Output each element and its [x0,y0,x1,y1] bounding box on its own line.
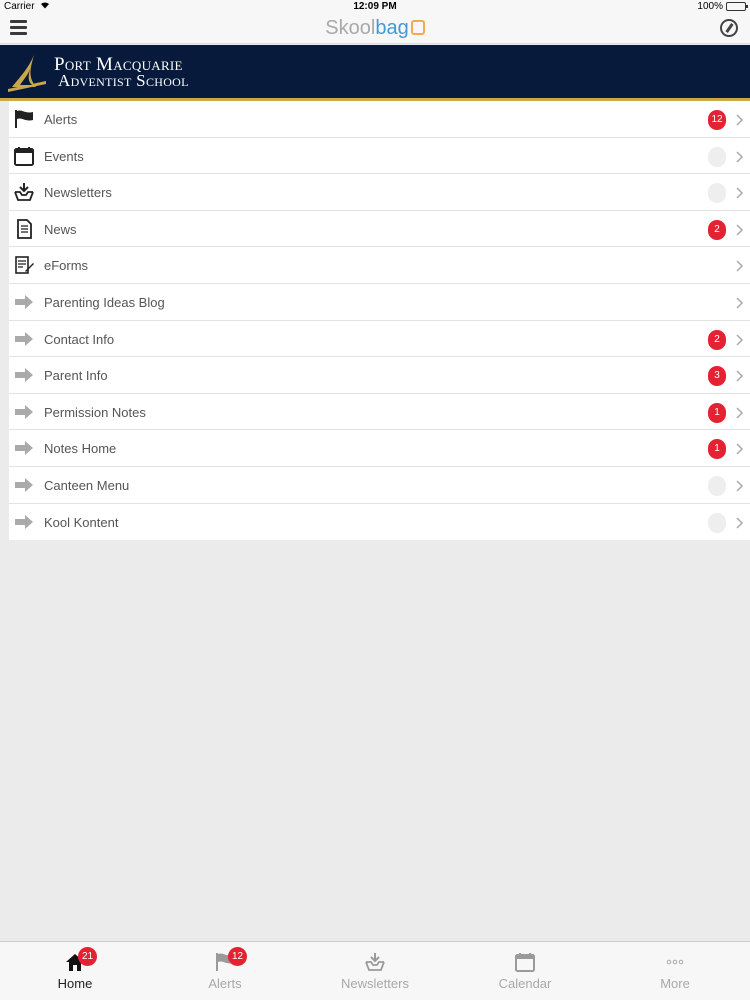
tab-label: Home [57,976,93,991]
arrow-right-icon [13,292,35,312]
menu-item-label: Alerts [44,112,78,127]
count-badge [708,475,726,496]
form-pencil-icon [13,255,35,275]
calendar-icon [514,952,536,972]
tab-label: More [660,976,690,991]
tab-label: Calendar [498,976,552,991]
menu-list: Alerts 12 Events Newsletters News 2 eForms Pare… [9,101,750,541]
count-badge [708,512,726,533]
menu-item-label: Kool Kontent [44,514,119,530]
menu-item-contact-info[interactable]: Contact Info 2 [9,321,750,358]
menu-item-eforms[interactable]: eForms [9,247,750,284]
tab-badge: 21 [78,947,97,966]
chevron-right-icon [734,406,744,419]
menu-item-label: Canteen Menu [44,477,130,493]
tab-newsletters[interactable]: Newsletters [300,942,450,1000]
count-badge: 2 [708,329,726,350]
menu-item-news[interactable]: News 2 [9,211,750,248]
sync-icon[interactable] [720,19,738,37]
menu-item-kool-kontent[interactable]: Kool Kontent [9,504,750,541]
battery-status: 100% [697,1,748,12]
menu-item-alerts[interactable]: Alerts 12 [9,101,750,138]
menu-item-label: eForms [44,258,89,274]
arrow-right-icon [13,365,35,385]
brand-part1: Skool [325,17,376,39]
status-time: 12:09 PM [353,1,397,12]
chevron-right-icon [734,369,744,382]
count-badge: 12 [708,110,726,130]
count-badge [708,183,726,204]
battery-icon [726,2,748,11]
menu-item-notes-home[interactable]: Notes Home 1 [9,430,750,467]
count-badge: 1 [708,402,726,423]
battery-percent: 100% [697,1,723,12]
arrow-right-icon [13,329,35,349]
menu-item-label: Events [44,148,84,164]
menu-item-events[interactable]: Events [9,138,750,175]
tab-bar: 21 Home 12 Alerts Newsletters Calendar More [0,941,750,1000]
school-name-line2: Adventist School [58,71,189,90]
schoolbag-icon [410,20,425,35]
arrow-right-icon [13,438,35,458]
menu-item-label: News [44,221,77,237]
menu-item-parent-info[interactable]: Parent Info 3 [9,357,750,394]
arrow-right-icon [13,512,35,532]
menu-item-label: Permission Notes [44,404,146,420]
menu-item-label: Notes Home [44,441,117,457]
menu-item-label: Newsletters [44,185,112,201]
chevron-right-icon [734,296,744,309]
calendar-icon [13,146,35,166]
menu-item-label: Parent Info [44,368,108,384]
menu-item-permission-notes[interactable]: Permission Notes 1 [9,394,750,431]
tab-home[interactable]: 21 Home [0,942,150,1000]
menu-item-newsletters[interactable]: Newsletters [9,174,750,211]
chevron-right-icon [734,442,744,455]
chevron-right-icon [734,113,744,126]
chevron-right-icon [734,333,744,346]
inbox-download-icon [364,952,386,972]
count-badge: 2 [708,219,726,240]
tab-more[interactable]: More [600,942,750,1000]
chevron-right-icon [734,479,744,492]
more-dots-icon [664,952,686,972]
school-banner: Port Macquarie Adventist School [0,45,750,101]
status-bar: Carrier 12:09 PM 100% [0,0,750,14]
chevron-right-icon [734,223,744,236]
tab-label: Alerts [208,976,242,991]
chevron-right-icon [734,259,744,272]
menu-item-label: Contact Info [44,331,115,347]
tab-label: Newsletters [341,976,409,991]
chevron-right-icon [734,516,744,529]
count-badge: 3 [708,366,726,387]
inbox-download-icon [13,182,35,202]
document-icon [13,218,35,239]
tab-calendar[interactable]: Calendar [450,942,600,1000]
menu-item-label: Parenting Ideas Blog [44,294,165,310]
menu-item-parenting-ideas-blog[interactable]: Parenting Ideas Blog [9,284,750,321]
tab-alerts[interactable]: 12 Alerts [150,942,300,1000]
count-badge [708,146,726,167]
chevron-right-icon [734,150,744,163]
count-badge: 1 [708,439,726,460]
brand-part2: bag [375,17,409,39]
nav-bar: Skoolbag [0,14,750,44]
flame-logo-icon [8,55,46,92]
arrow-right-icon [13,475,35,495]
tab-badge: 12 [228,947,247,966]
menu-item-canteen-menu[interactable]: Canteen Menu [9,467,750,504]
flag-icon [13,109,35,129]
arrow-right-icon [13,402,35,422]
chevron-right-icon [734,186,744,199]
brand-logo: Skoolbag [0,17,750,40]
